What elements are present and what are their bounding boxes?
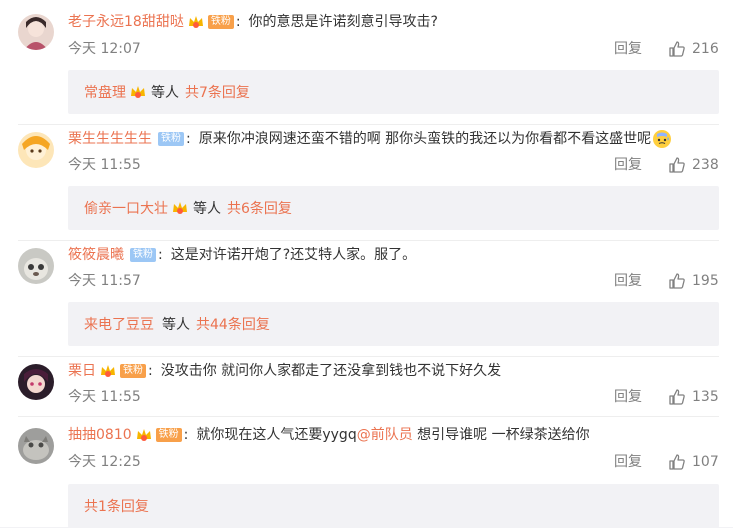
divider [18,356,719,357]
crown-icon [187,14,205,30]
etc-label: 等人 [193,201,221,217]
comment-time: 今天 11:57 [68,273,141,289]
reply-count[interactable]: 共44条回复 [196,314,270,334]
reply-button[interactable]: 回复 [614,388,642,406]
comment-text: 这是对许诺开炮了?还艾特人家。服了。 [170,247,417,263]
avatar[interactable] [18,428,54,464]
divider [18,416,719,417]
reply-button[interactable]: 回复 [614,156,642,174]
comment-text: 没攻击你 就问你人家都走了还没拿到钱也不说下好久发 [160,363,502,379]
comment-header: 筱筱晨曦 铁粉 : 这是对许诺开炮了?还艾特人家。服了。 [68,245,417,265]
comment-text: 就你现在这人气还要yygq@前队员 想引导谁呢 一杯绿茶送给你 [196,425,589,445]
reply-button[interactable]: 回复 [614,453,642,471]
reply-thread[interactable]: 共1条回复 [68,484,719,528]
fan-badge: 铁粉 [158,132,184,146]
crown-icon [135,427,153,443]
reply-button[interactable]: 回复 [614,40,642,58]
thumbs-up-icon [669,454,685,470]
fan-badge: 铁粉 [207,15,234,29]
reply-count[interactable]: 共6条回复 [227,198,292,218]
divider [18,124,719,125]
comment-list: 老子永远18甜甜哒 铁粉 : 你的意思是许诺刻意引导攻击? 今天 12:07 回… [0,0,733,528]
reply-button[interactable]: 回复 [614,272,642,290]
comment-text-part: 就你现在这人气还要yygq [196,427,357,443]
comment-header: 老子永远18甜甜哒 铁粉 : 你的意思是许诺刻意引导攻击? [68,12,438,32]
reply-thread[interactable]: 来电了豆豆 等人 共44条回复 [68,302,719,346]
like-count: 107 [692,454,719,470]
reply-user[interactable]: 常盘理 [84,82,126,102]
avatar[interactable] [18,14,54,50]
fan-badge: 铁粉 [155,428,182,442]
comment-time: 今天 11:55 [68,157,141,173]
comment-header: 栗生生生生生 铁粉 : 原来你冲浪网速还蛮不错的啊 那你头蛮铁的我还以为你看都不… [68,129,672,149]
mention-link[interactable]: @前队员 [357,427,413,443]
reply-count[interactable]: 共1条回复 [84,496,149,516]
etc-label: 等人 [162,317,190,333]
fan-badge: 铁粉 [120,364,146,378]
thumbs-up-icon [669,273,685,289]
reply-user[interactable]: 偷亲一口大壮 [84,198,168,218]
comment-text: 你的意思是许诺刻意引导攻击? [248,14,438,30]
like-count: 238 [692,157,719,173]
fan-badge: 铁粉 [130,248,156,262]
like-count: 135 [692,389,719,405]
comment-header: 抽抽0810 铁粉 : 就你现在这人气还要yygq@前队员 想引导谁呢 一杯绿茶… [68,425,590,445]
like-button[interactable]: 195 [668,272,719,290]
comment-time: 今天 11:55 [68,389,141,405]
like-count: 216 [692,41,719,57]
crown-icon [129,84,147,100]
comment-text: 原来你冲浪网速还蛮不错的啊 那你头蛮铁的我还以为你看都不看这盛世呢 [198,131,652,147]
etc-label: 等人 [151,85,179,101]
thumbs-up-icon [669,157,685,173]
reply-thread[interactable]: 偷亲一口大壮 等人 共6条回复 [68,186,719,230]
username[interactable]: 筱筱晨曦 [68,245,124,265]
thumbs-up-icon [669,389,685,405]
comment-header: 栗日 铁粉 : 没攻击你 就问你人家都走了还没拿到钱也不说下好久发 [68,361,502,381]
like-button[interactable]: 216 [668,40,719,58]
avatar[interactable] [18,364,54,400]
crown-icon [171,200,189,216]
comment-time: 今天 12:25 [68,454,141,470]
reply-count[interactable]: 共7条回复 [185,82,250,102]
username[interactable]: 栗日 [68,361,96,381]
username[interactable]: 老子永远18甜甜哒 [68,12,184,32]
username[interactable]: 抽抽0810 [68,425,132,445]
like-button[interactable]: 135 [668,388,719,406]
username[interactable]: 栗生生生生生 [68,129,152,149]
comment-time: 今天 12:07 [68,41,141,57]
thumbs-up-icon [669,41,685,57]
crown-icon [99,363,117,379]
comment-text-part: 想引导谁呢 一杯绿茶送给你 [412,427,590,443]
avatar[interactable] [18,132,54,168]
reply-thread[interactable]: 常盘理 等人 共7条回复 [68,70,719,114]
cold-sweat-emoji-icon [653,130,672,148]
reply-user[interactable]: 来电了豆豆 [84,314,154,334]
like-button[interactable]: 107 [668,453,719,471]
like-count: 195 [692,273,719,289]
avatar[interactable] [18,248,54,284]
like-button[interactable]: 238 [668,156,719,174]
divider [18,240,719,241]
